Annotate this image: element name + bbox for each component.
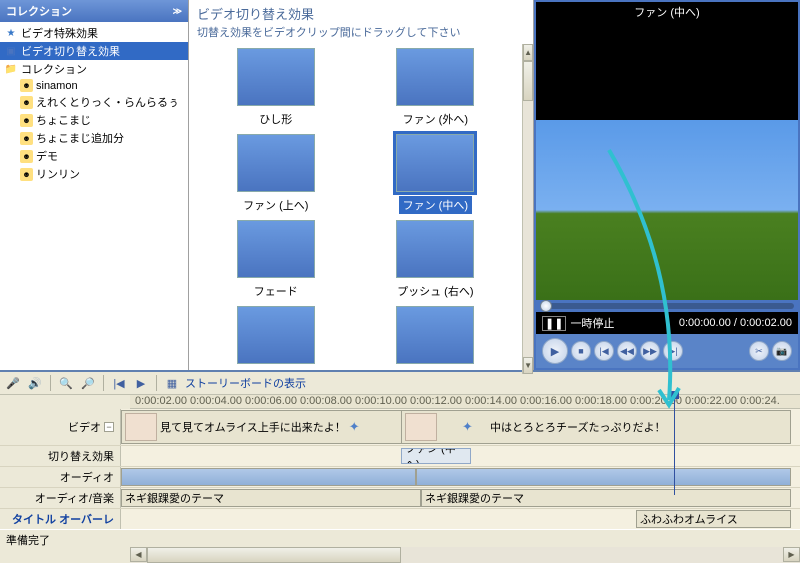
- collection-icon: ☻: [20, 96, 33, 109]
- seek-knob[interactable]: [540, 300, 552, 312]
- collection-icon: ☻: [20, 168, 33, 181]
- effect-star-icon: ✦: [462, 419, 473, 435]
- tree-item-demo[interactable]: ☻デモ: [0, 147, 188, 165]
- thumb-diamond[interactable]: ひし形: [211, 48, 341, 128]
- track-label-video: ビデオ−: [0, 409, 120, 445]
- tree-item-electric[interactable]: ☻えれくとりっく・らんらるぅ: [0, 93, 188, 111]
- pause-indicator-icon: ❚❚: [542, 316, 566, 331]
- collapse-icon[interactable]: ≫: [173, 6, 182, 17]
- thumb-fan-out[interactable]: ファン (外へ): [370, 48, 500, 128]
- tree-item-collections[interactable]: 📁コレクション: [0, 60, 188, 78]
- gallery-header: ビデオ切り替え効果 切替え効果をビデオクリップ間にドラッグして下さい: [189, 0, 533, 44]
- pause-label: 一時停止: [570, 315, 614, 331]
- track-label-audio-music: オーディオ/音楽: [0, 488, 120, 508]
- prev-button[interactable]: |◀: [594, 341, 614, 361]
- rewind-timeline-icon[interactable]: |◀: [110, 374, 128, 392]
- track-label-transition: 切り替え効果: [0, 446, 120, 466]
- tree-item-sinamon[interactable]: ☻sinamon: [0, 78, 188, 93]
- video-track[interactable]: 見て見てオムライス上手に出来たよ！ ✦ 中はとろとろチーズたっぷりだよ！ ✦: [120, 409, 800, 445]
- transition-clip[interactable]: ファン (中へ): [401, 448, 471, 464]
- tool-narrate-icon[interactable]: 🎤: [4, 374, 22, 392]
- preview-frame: [536, 120, 798, 300]
- tree-item-video-effects[interactable]: ★ビデオ特殊効果: [0, 24, 188, 42]
- tree-item-chokomaji-add[interactable]: ☻ちょこまじ追加分: [0, 129, 188, 147]
- audio-clip[interactable]: [416, 468, 791, 486]
- track-label-audio: オーディオ: [0, 467, 120, 487]
- time-total: 0:00:02.00: [740, 317, 792, 329]
- gallery-subtitle: 切替え効果をビデオクリップ間にドラッグして下さい: [197, 24, 525, 40]
- playhead[interactable]: [674, 395, 675, 495]
- thumbnail-grid: ひし形 ファン (外へ) ファン (上へ) ファン (中へ) フェード プッシュ…: [189, 44, 522, 374]
- music-clip-1[interactable]: ネギ銀踝愛のテーマ: [121, 489, 421, 507]
- clip-thumbnail: [405, 413, 437, 441]
- thumb-extra2[interactable]: [370, 306, 500, 370]
- scroll-right-icon[interactable]: ▶: [783, 547, 800, 562]
- show-storyboard-link[interactable]: ストーリーボードの表示: [185, 375, 306, 391]
- stop-button[interactable]: ■: [571, 341, 591, 361]
- status-text: 準備完了: [6, 535, 50, 547]
- tool-audio-levels-icon[interactable]: 🔊: [26, 374, 44, 392]
- collection-icon: ☻: [20, 79, 33, 92]
- collection-icon: ☻: [20, 132, 33, 145]
- thumb-fade[interactable]: フェード: [211, 220, 341, 300]
- status-bar: 準備完了: [0, 529, 800, 547]
- timeline-toolbar: 🎤 🔊 🔍 🔎 |◀ ▶ ▦ ストーリーボードの表示: [0, 372, 800, 395]
- play-timeline-icon[interactable]: ▶: [132, 374, 150, 392]
- collections-title: コレクション: [6, 3, 72, 19]
- transitions-gallery: ビデオ切り替え効果 切替え効果をビデオクリップ間にドラッグして下さい ひし形 フ…: [189, 0, 534, 370]
- music-clip-2[interactable]: ネギ銀踝愛のテーマ: [421, 489, 791, 507]
- h-scroll-thumb[interactable]: [147, 547, 401, 563]
- folder-icon: 📁: [4, 62, 18, 76]
- audio-music-track[interactable]: ネギ銀踝愛のテーマ ネギ銀踝愛のテーマ: [120, 488, 800, 508]
- collection-icon: ☻: [20, 114, 33, 127]
- thumb-fan-in[interactable]: ファン (中へ): [370, 134, 500, 214]
- zoom-out-icon[interactable]: 🔎: [79, 374, 97, 392]
- collapse-video-icon[interactable]: −: [104, 422, 114, 432]
- playback-controls: ▶ ■ |◀ ◀◀ ▶▶ ▶| ✂ 📷: [536, 334, 798, 368]
- scroll-thumb[interactable]: [523, 61, 533, 101]
- next-button[interactable]: ▶|: [663, 341, 683, 361]
- collections-tree: ★ビデオ特殊効果 ▣ビデオ切り替え効果 📁コレクション ☻sinamon ☻えれ…: [0, 22, 188, 185]
- timeline-h-scrollbar[interactable]: ◀ ▶: [130, 546, 800, 563]
- video-clip-2[interactable]: 中はとろとろチーズたっぷりだよ！ ✦: [401, 410, 791, 444]
- thumb-push-right[interactable]: プッシュ (右へ): [370, 220, 500, 300]
- clip-thumbnail: [125, 413, 157, 441]
- collections-header: コレクション ≫: [0, 0, 188, 22]
- audio-clip[interactable]: [121, 468, 416, 486]
- snapshot-button[interactable]: 📷: [772, 341, 792, 361]
- transition-icon: ▣: [4, 44, 18, 58]
- collection-icon: ☻: [20, 150, 33, 163]
- scroll-left-icon[interactable]: ◀: [130, 547, 147, 562]
- rewind-button[interactable]: ◀◀: [617, 341, 637, 361]
- tree-item-rinrin[interactable]: ☻リンリン: [0, 165, 188, 183]
- scroll-up-icon[interactable]: ▲: [523, 44, 533, 61]
- split-button[interactable]: ✂: [749, 341, 769, 361]
- preview-video: [536, 22, 798, 300]
- title-clip[interactable]: ふわふわオムライス: [636, 510, 791, 528]
- audio-track[interactable]: [120, 467, 800, 487]
- effect-star-icon: ✦: [349, 419, 360, 435]
- title-overlay-track[interactable]: ふわふわオムライス: [120, 509, 800, 529]
- collections-panel: コレクション ≫ ★ビデオ特殊効果 ▣ビデオ切り替え効果 📁コレクション ☻si…: [0, 0, 189, 370]
- tree-item-transitions[interactable]: ▣ビデオ切り替え効果: [0, 42, 188, 60]
- scroll-down-icon[interactable]: ▼: [523, 357, 533, 374]
- seek-slider[interactable]: [540, 303, 794, 309]
- time-current: 0:00:00.00: [679, 317, 731, 329]
- thumb-fan-up[interactable]: ファン (上へ): [211, 134, 341, 214]
- zoom-in-icon[interactable]: 🔍: [57, 374, 75, 392]
- tree-item-chokomaji[interactable]: ☻ちょこまじ: [0, 111, 188, 129]
- preview-timebar: ❚❚ 一時停止 0:00:00.00 / 0:00:02.00: [536, 312, 798, 334]
- timeline-ruler[interactable]: 0:00:02.00 0:00:04.00 0:00:06.00 0:00:08…: [130, 395, 800, 409]
- video-clip-1[interactable]: 見て見てオムライス上手に出来たよ！ ✦: [121, 410, 416, 444]
- play-button[interactable]: ▶: [542, 338, 568, 364]
- thumb-extra1[interactable]: [211, 306, 341, 370]
- forward-button[interactable]: ▶▶: [640, 341, 660, 361]
- transition-track[interactable]: ファン (中へ): [120, 446, 800, 466]
- storyboard-icon[interactable]: ▦: [163, 374, 181, 392]
- star-icon: ★: [4, 26, 18, 40]
- preview-panel: ファン (中へ) ❚❚ 一時停止 0:00:00.00 / 0:00:02.00…: [534, 0, 800, 370]
- gallery-scrollbar[interactable]: ▲ ▼: [522, 44, 533, 374]
- gallery-title: ビデオ切り替え効果: [197, 4, 525, 23]
- preview-title: ファン (中へ): [536, 2, 798, 22]
